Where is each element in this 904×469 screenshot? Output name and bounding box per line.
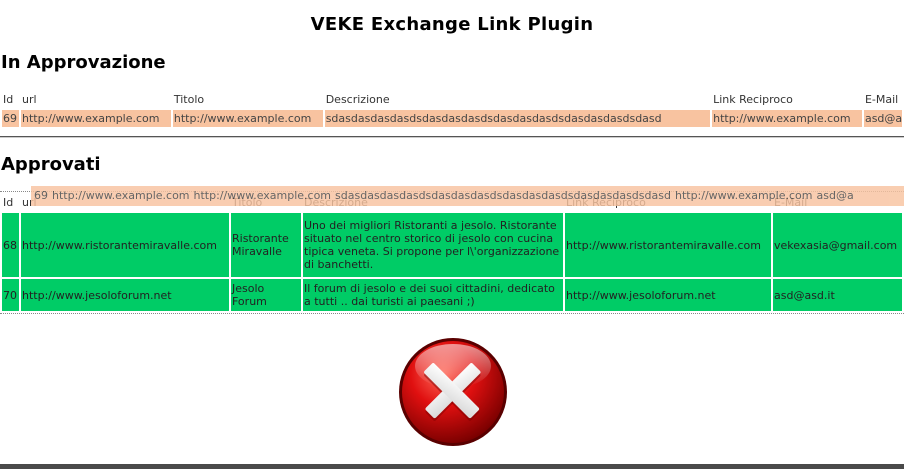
col-header-reciprocal-link: Link Reciproco [713,93,793,106]
approved-row[interactable]: 70 http://www.jesoloforum.net Jesolo For… [2,279,902,311]
cell-email: asd@asd.it [773,279,902,311]
cell-description: Il forum di jesolo e dei suoi cittadini,… [303,279,563,311]
col-header-id: Id [3,196,14,209]
drag-cell-url: http://www.example.com [52,189,190,202]
cell-id: 69 [2,110,19,127]
pending-header-row: Id url Titolo Descrizione Link Reciproco… [2,91,902,108]
col-header-id: Id [3,93,14,106]
pending-table: Id url Titolo Descrizione Link Reciproco… [0,89,904,129]
cell-url: http://www.ristorantemiravalle.com [21,213,229,277]
approved-table: Id url Titolo Descrizione Link Reciproco… [0,191,904,314]
col-header-description: Descrizione [325,93,390,106]
cell-email: asd@a [863,110,902,127]
cell-id: 70 [2,279,19,311]
pending-section-title: In Approvazione [1,52,166,73]
cell-id: 68 [2,213,19,277]
drag-cell-title: http://www.example.com [193,189,332,202]
section-divider [0,136,904,138]
drag-cell-email: asd@a [816,189,854,202]
bottom-bar [0,464,904,469]
approved-section-title: Approvati [1,154,101,175]
drag-cell-description: sdasdasdasdasdsdasdasdasdsdasdasdasdsdas… [335,189,671,202]
cell-reciprocal-link: http://www.jesoloforum.net [565,279,771,311]
approved-row[interactable]: 68 http://www.ristorantemiravalle.com Ri… [2,213,902,277]
page-title: VEKE Exchange Link Plugin [310,14,594,35]
cell-title: Ristorante Miravalle [231,213,301,277]
dragged-pending-row[interactable]: 69 http://www.example.com http://www.examp… [31,186,904,206]
col-header-email: E-Mail [864,93,899,106]
cell-reciprocal-link: http://www.ristorantemiravalle.com [565,213,771,277]
col-header-title: Titolo [173,93,205,106]
cell-url: http://www.example.com [20,110,171,127]
delete-x-icon[interactable] [397,336,509,448]
cell-title: http://www.example.com [172,110,323,127]
cell-description: Uno dei migliori Ristoranti a jesolo. Ri… [303,213,563,277]
col-header-url: url [21,93,37,106]
cell-reciprocal-link: http://www.example.com [712,110,862,127]
cell-title: Jesolo Forum [231,279,301,311]
pending-row[interactable]: 69 http://www.example.com http://www.exa… [2,110,902,127]
drag-cell-id: 69 [34,189,48,202]
cell-email: vekexasia@gmail.com [773,213,902,277]
drag-cell-reciprocal-link: http://www.example.com [674,189,813,202]
cell-description: sdasdasdasdasdsdasdasdasdsdasdasdasdsdas… [324,110,711,127]
cell-url: http://www.jesoloforum.net [21,279,229,311]
